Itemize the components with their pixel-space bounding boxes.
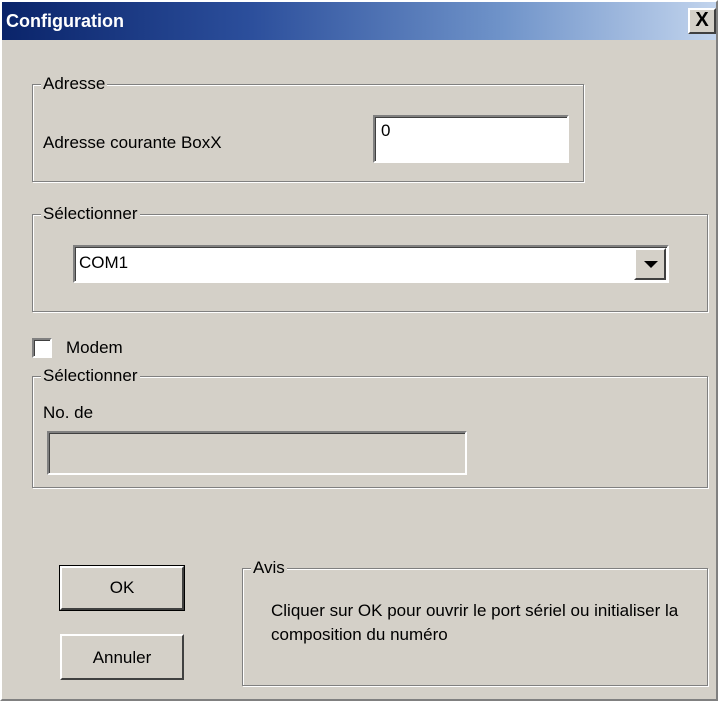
port-select-group-label: Sélectionner	[41, 204, 140, 224]
number-input[interactable]	[47, 431, 467, 475]
modem-checkbox-label[interactable]: Modem	[66, 338, 123, 358]
port-combobox[interactable]: COM1	[73, 245, 669, 283]
configuration-dialog: Configuration X Adresse Adresse courante…	[0, 0, 718, 701]
port-select-group: Sélectionner COM1	[32, 204, 708, 312]
modem-select-group: Sélectionner No. de	[32, 366, 708, 488]
address-group: Adresse Adresse courante BoxX 0	[32, 74, 584, 182]
chevron-down-icon[interactable]	[634, 248, 666, 280]
address-input[interactable]: 0	[373, 115, 569, 163]
cancel-button-label: Annuler	[92, 648, 152, 667]
notice-text: Cliquer sur OK pour ouvrir le port série…	[271, 601, 679, 644]
port-combobox-value: COM1	[79, 253, 129, 272]
modem-select-group-label: Sélectionner	[41, 366, 140, 386]
ok-button[interactable]: OK	[59, 565, 185, 611]
ok-button-label: OK	[109, 578, 135, 597]
notice-group-label: Avis	[251, 558, 287, 578]
title-bar[interactable]: Configuration X	[2, 2, 716, 40]
address-field-label: Adresse courante BoxX	[43, 133, 222, 152]
cancel-button[interactable]: Annuler	[60, 634, 184, 680]
address-group-label: Adresse	[41, 74, 108, 94]
close-icon: X	[695, 9, 709, 31]
number-field-label: No. de	[43, 403, 94, 422]
window-title: Configuration	[6, 11, 124, 31]
address-input-value: 0	[381, 121, 391, 140]
close-button[interactable]: X	[688, 8, 716, 34]
notice-group: Avis Cliquer sur OK pour ouvrir le port …	[242, 558, 708, 686]
modem-checkbox[interactable]	[32, 338, 52, 358]
